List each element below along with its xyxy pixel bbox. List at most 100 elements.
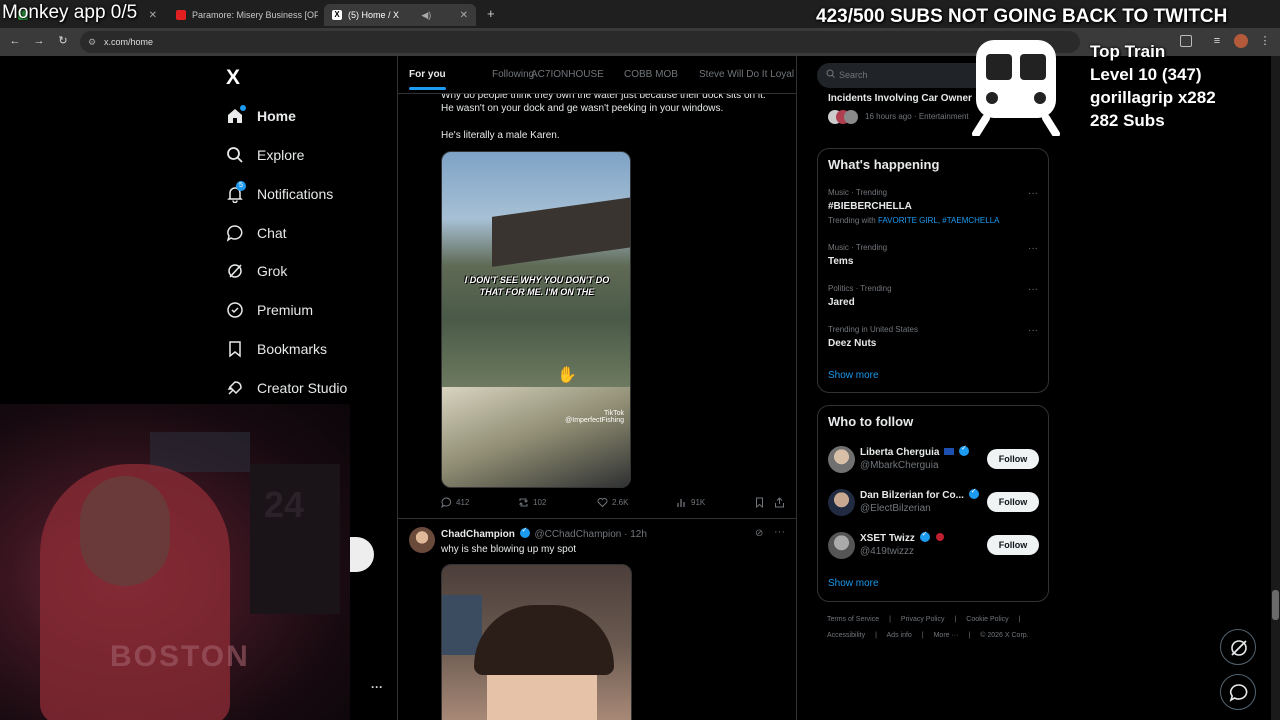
grok-analyze-icon[interactable]: ⊘ <box>755 528 763 539</box>
sidebar-item-grok[interactable]: Grok <box>226 257 287 285</box>
sidebar-item-premium[interactable]: Premium <box>226 296 313 324</box>
footer-terms-link[interactable]: Terms of Service <box>827 616 879 623</box>
x-logo-icon[interactable]: X <box>226 66 240 90</box>
news-headline[interactable]: Incidents Involving Car Owner <box>828 93 972 104</box>
author-handle[interactable]: @CChadChampion <box>534 529 621 540</box>
browser-tab-x-home[interactable]: X (5) Home / X ◀) ✕ <box>324 4 476 26</box>
footer-more-link[interactable]: More ··· <box>934 632 959 639</box>
trend-with-tags[interactable]: FAVORITE GIRL, #TAEMCHELLA <box>878 216 1000 225</box>
avatar[interactable] <box>828 489 855 516</box>
account-name[interactable]: Dan Bilzerian for Co... <box>860 487 981 501</box>
rocket-icon <box>226 379 244 397</box>
messages-fab-button[interactable] <box>1220 674 1256 710</box>
address-bar[interactable]: ⚙ x.com/home <box>80 31 1080 53</box>
reply-button[interactable]: 412 <box>441 497 469 508</box>
trend-more-icon[interactable]: ··· <box>1028 243 1038 254</box>
trend-more-icon[interactable]: ··· <box>1028 188 1038 199</box>
site-info-icon[interactable]: ⚙ <box>88 31 96 53</box>
trend-more-icon[interactable]: ··· <box>1028 284 1038 295</box>
sidebar-item-label: Chat <box>257 225 287 241</box>
sidebar-item-explore[interactable]: Explore <box>226 141 304 169</box>
sidebar-item-creator-studio[interactable]: Creator Studio <box>226 374 347 402</box>
train-subs: 282 Subs <box>1090 111 1165 130</box>
footer-privacy-link[interactable]: Privacy Policy <box>901 616 945 623</box>
views-count: 91K <box>691 498 706 507</box>
sidebar-item-notifications[interactable]: 5 Notifications <box>226 180 333 208</box>
show-more-link[interactable]: Show more <box>828 370 879 381</box>
tab-ac7ionhouse[interactable]: AC7IONHOUSE <box>531 69 604 80</box>
bookmark-button[interactable] <box>754 497 769 508</box>
verified-badge-icon <box>968 487 979 499</box>
tab-for-you[interactable]: For you <box>409 69 446 90</box>
tab-close-icon[interactable]: ✕ <box>454 10 468 21</box>
forward-icon[interactable]: → <box>32 34 46 48</box>
bookmark-icon <box>226 340 244 358</box>
tweet-time[interactable]: · 12h <box>624 529 647 540</box>
browser-tab-paramore[interactable]: Paramore: Misery Business [OFF ✕ <box>168 4 318 26</box>
tab-title: (5) Home / X <box>348 10 400 20</box>
tweet-video[interactable]: I DON'T SEE WHY YOU DON'T DO THAT FOR ME… <box>441 151 631 488</box>
sidebar-item-label: Creator Studio <box>257 380 348 396</box>
tweet-more-icon[interactable]: ··· <box>774 526 785 538</box>
reply-icon <box>441 497 452 508</box>
sidebar-item-home[interactable]: Home <box>226 102 296 130</box>
trend-category: Trending in United States <box>828 325 918 334</box>
author-name[interactable]: ChadChampion <box>441 529 515 540</box>
grok-fab-button[interactable] <box>1220 629 1256 665</box>
tab-cobb-mob[interactable]: COBB MOB <box>624 69 678 80</box>
trend-name[interactable]: Jared <box>828 297 855 308</box>
post-button-partial[interactable] <box>350 537 374 572</box>
repost-icon <box>519 498 528 507</box>
tweet-video[interactable] <box>441 564 632 720</box>
footer-ads-link[interactable]: Ads info <box>887 632 912 639</box>
account-name[interactable]: Liberta Cherguia <box>860 444 971 458</box>
sidebar-item-label: Explore <box>257 147 305 163</box>
video-kayak-shape <box>442 387 630 487</box>
trend-more-icon[interactable]: ··· <box>1028 325 1038 336</box>
repost-button[interactable]: 102 <box>518 497 546 508</box>
back-icon[interactable]: ← <box>8 34 22 48</box>
account-handle: @ElectBilzerian <box>860 503 931 514</box>
footer-accessibility-link[interactable]: Accessibility <box>827 632 865 639</box>
footer-cookie-link[interactable]: Cookie Policy <box>966 616 1008 623</box>
account-more-icon[interactable]: ··· <box>371 680 383 694</box>
avatar[interactable] <box>828 446 855 473</box>
chat-bubble-icon <box>1229 684 1248 702</box>
video-background-shape <box>442 595 482 655</box>
video-dock-shape <box>492 197 630 267</box>
trend-name[interactable]: Tems <box>828 256 853 267</box>
speaker-icon[interactable]: ◀) <box>421 10 431 21</box>
profile-avatar-icon[interactable] <box>1234 34 1248 48</box>
scrollbar-thumb[interactable] <box>1272 590 1279 620</box>
follow-button[interactable]: Follow <box>987 449 1039 469</box>
verified-badge-icon <box>519 526 530 538</box>
follow-button[interactable]: Follow <box>987 535 1039 555</box>
account-name[interactable]: XSET Twizz <box>860 530 945 544</box>
follow-button[interactable]: Follow <box>987 492 1039 512</box>
tab-following[interactable]: Following <box>492 69 534 80</box>
page-scrollbar[interactable] <box>1271 56 1280 720</box>
kebab-menu-icon[interactable]: ⋮ <box>1258 34 1272 48</box>
sidebar-item-bookmarks[interactable]: Bookmarks <box>226 335 327 363</box>
search-icon <box>226 146 244 164</box>
trend-category: Politics · Trending <box>828 284 892 293</box>
like-button[interactable]: 2.6K <box>597 497 628 508</box>
trend-name[interactable]: Deez Nuts <box>828 338 876 349</box>
tab-close-icon[interactable]: ✕ <box>143 10 157 21</box>
search-placeholder: Search <box>839 70 868 80</box>
views-button[interactable]: 91K <box>676 497 705 508</box>
show-more-link[interactable]: Show more <box>828 578 879 589</box>
avatar[interactable] <box>828 532 855 559</box>
avatar[interactable] <box>409 527 435 553</box>
new-tab-button[interactable]: + <box>487 6 495 21</box>
tweet-text-line: He wasn't on your dock and ge wasn't pee… <box>441 103 724 114</box>
trend-name[interactable]: #BIEBERCHELLA <box>828 201 912 212</box>
panel-title: What's happening <box>828 157 940 172</box>
tab-steve-will-do-it[interactable]: Steve Will Do It Loyal <box>699 69 794 80</box>
grok-icon <box>226 262 244 280</box>
share-button[interactable] <box>774 497 789 508</box>
webcam-streamer-head <box>80 476 170 586</box>
sidebar-item-chat[interactable]: Chat <box>226 219 287 247</box>
reload-icon[interactable]: ↻ <box>56 34 70 48</box>
sidebar-item-label: Grok <box>257 263 288 279</box>
